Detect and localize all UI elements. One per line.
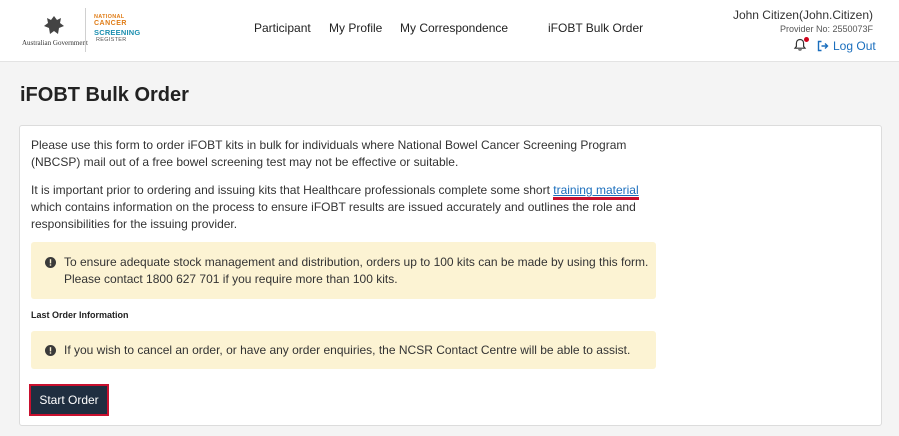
training-text-after: which contains information on the proces…: [31, 200, 636, 231]
stock-limit-text: To ensure adequate stock management and …: [64, 254, 648, 288]
nav-my-profile[interactable]: My Profile: [329, 21, 382, 35]
stock-limit-alert: To ensure adequate stock management and …: [31, 242, 656, 299]
nav-ifobt-bulk-order[interactable]: iFOBT Bulk Order: [548, 21, 643, 35]
cancel-order-alert: If you wish to cancel an order, or have …: [31, 331, 656, 369]
user-name: John Citizen(John.Citizen): [732, 8, 873, 22]
logo-line-3: SCREENING: [94, 28, 141, 37]
bulk-order-card: Please use this form to order iFOBT kits…: [19, 125, 882, 426]
top-header: Australian Government NATIONAL CANCER SC…: [0, 0, 899, 62]
nav-participant[interactable]: Participant: [254, 21, 311, 35]
last-order-heading: Last Order Information: [31, 310, 129, 320]
training-material-link[interactable]: training material: [553, 183, 639, 200]
coat-of-arms-icon: [44, 16, 64, 34]
intro-paragraph: Please use this form to order iFOBT kits…: [31, 138, 627, 169]
logout-label: Log Out: [833, 38, 876, 53]
stock-limit-line-1: To ensure adequate stock management and …: [64, 255, 649, 269]
logo-divider: [85, 8, 86, 52]
page-title: iFOBT Bulk Order: [20, 84, 189, 106]
start-order-button[interactable]: Start Order: [29, 384, 109, 416]
training-text-before: It is important prior to ordering and is…: [31, 183, 554, 197]
cancel-order-text: If you wish to cancel an order, or have …: [64, 343, 631, 357]
training-paragraph: It is important prior to ordering and is…: [31, 182, 671, 233]
government-label: Australian Government: [22, 39, 88, 47]
logo-line-4: REGISTER: [96, 37, 127, 43]
exclamation-circle-icon: [45, 345, 56, 356]
ncsr-logo[interactable]: NATIONAL CANCER SCREENING REGISTER: [90, 12, 146, 52]
provider-number: Provider No: 2550073F: [779, 24, 873, 34]
logo-line-2: CANCER: [94, 20, 127, 27]
logout-link[interactable]: Log Out: [817, 38, 876, 53]
stock-limit-line-2: Please contact 1800 627 701 if you requi…: [64, 272, 398, 286]
nav-my-correspondence[interactable]: My Correspondence: [400, 21, 508, 35]
sign-out-icon: [817, 40, 829, 52]
notification-dot: [804, 37, 809, 42]
government-logo[interactable]: Australian Government: [22, 14, 88, 48]
exclamation-circle-icon: [45, 257, 56, 268]
